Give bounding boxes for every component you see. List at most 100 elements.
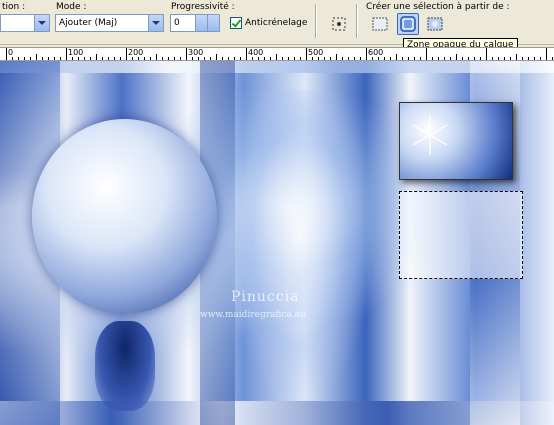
- mask-selection-icon[interactable]: [425, 14, 445, 34]
- ruler-tick: [48, 57, 49, 60]
- ruler-tick: [270, 57, 271, 60]
- ruler-tick: [204, 57, 205, 60]
- ruler-tick: [132, 57, 133, 60]
- selection-from-layer-icon[interactable]: [370, 14, 390, 34]
- ruler-tick: [396, 54, 397, 60]
- ruler-tick: [246, 48, 247, 60]
- ruler-tick: [276, 54, 277, 60]
- ruler-tick: [546, 48, 547, 60]
- ruler-label: 400: [248, 48, 264, 57]
- ruler-tick: [138, 57, 139, 60]
- progressivity-label: Progressivité :: [171, 2, 235, 12]
- selection-area-icon[interactable]: [329, 14, 349, 34]
- ruler-tick: [426, 48, 427, 60]
- chevron-down-icon[interactable]: [148, 15, 163, 31]
- ruler-tick: [78, 57, 79, 60]
- ruler-tick: [174, 57, 175, 60]
- ruler-label: 200: [128, 48, 144, 57]
- ruler-tick: [264, 57, 265, 60]
- ruler-tick: [354, 57, 355, 60]
- ruler-tick: [480, 57, 481, 60]
- mode-value: Ajouter (Maj): [59, 18, 118, 28]
- ruler-label: 0: [8, 48, 14, 57]
- ruler-tick: [282, 57, 283, 60]
- ruler-tick: [372, 57, 373, 60]
- ruler-tick: [306, 48, 307, 60]
- antialias-checkbox[interactable]: [230, 17, 242, 29]
- snowflake-tube-image[interactable]: [399, 102, 513, 180]
- ruler-tick: [522, 57, 523, 60]
- ruler-tick: [12, 57, 13, 60]
- ruler-tick: [66, 48, 67, 60]
- ruler-tick: [534, 57, 535, 60]
- selection-type-dropdown[interactable]: [0, 14, 50, 32]
- ruler-tick: [36, 54, 37, 60]
- ruler-tick: [240, 57, 241, 60]
- ruler-tick: [384, 57, 385, 60]
- ruler-tick: [96, 54, 97, 60]
- ruler-tick: [228, 57, 229, 60]
- ruler-tick: [360, 57, 361, 60]
- ruler-tick: [528, 57, 529, 60]
- ruler-tick: [144, 57, 145, 60]
- ruler-tick: [456, 54, 457, 60]
- ruler-tick: [6, 48, 7, 60]
- toolbar-separator: [356, 4, 358, 38]
- horizontal-ruler: 0 100 200 300 400 500 600: [0, 47, 554, 61]
- ruler-tick: [486, 48, 487, 60]
- progressivity-value: 0: [174, 18, 180, 28]
- ruler-tick: [468, 57, 469, 60]
- ruler-tick: [504, 57, 505, 60]
- ruler-tick: [318, 57, 319, 60]
- ruler-tick: [156, 54, 157, 60]
- ruler-tick: [348, 57, 349, 60]
- ruler-tick: [432, 57, 433, 60]
- ruler-tick: [294, 57, 295, 60]
- ruler-tick: [378, 57, 379, 60]
- image-canvas[interactable]: Pinuccia www.maidiregrafica.eu: [0, 61, 554, 425]
- ruler-tick: [498, 57, 499, 60]
- ruler-label: 300: [188, 48, 204, 57]
- ruler-tick: [84, 57, 85, 60]
- ruler-tick: [102, 57, 103, 60]
- ruler-label: 600: [368, 48, 384, 57]
- ruler-tick: [72, 57, 73, 60]
- ruler-tick: [42, 57, 43, 60]
- ruler-tick: [234, 57, 235, 60]
- ruler-tick: [186, 48, 187, 60]
- ruler-tick: [324, 57, 325, 60]
- ruler-tick: [492, 57, 493, 60]
- selection-marquee[interactable]: [399, 191, 523, 279]
- ruler-tick: [162, 57, 163, 60]
- selection-type-label: tion :: [2, 2, 26, 12]
- ruler-tick: [54, 57, 55, 60]
- mode-dropdown[interactable]: Ajouter (Maj): [55, 14, 164, 32]
- ruler-tick: [438, 57, 439, 60]
- ruler-label: 100: [68, 48, 84, 57]
- spinner-arrows-icon[interactable]: [195, 15, 207, 31]
- mode-label: Mode :: [56, 2, 87, 12]
- ruler-tick: [330, 57, 331, 60]
- ruler-tick: [150, 57, 151, 60]
- ruler-tick: [252, 57, 253, 60]
- ruler-tick: [510, 57, 511, 60]
- chevron-down-icon[interactable]: [34, 15, 49, 31]
- ruler-tick: [24, 57, 25, 60]
- ruler-tick: [258, 57, 259, 60]
- ruler-tick: [474, 57, 475, 60]
- ruler-label: 500: [308, 48, 324, 57]
- ruler-tick: [192, 57, 193, 60]
- ruler-tick: [336, 54, 337, 60]
- opaque-area-icon[interactable]: [397, 13, 419, 35]
- ruler-tick: [390, 57, 391, 60]
- ruler-tick: [108, 57, 109, 60]
- antialias-label: Anticrénelage: [245, 18, 308, 28]
- create-selection-label: Créer une sélection à partir de :: [366, 2, 510, 12]
- progressivity-input[interactable]: 0: [170, 14, 220, 32]
- ruler-tick: [198, 57, 199, 60]
- ruler-tick: [60, 57, 61, 60]
- ruler-tick: [300, 57, 301, 60]
- chevron-down-icon[interactable]: [207, 15, 219, 31]
- ruler-tick: [222, 57, 223, 60]
- globe-stand: [95, 321, 155, 411]
